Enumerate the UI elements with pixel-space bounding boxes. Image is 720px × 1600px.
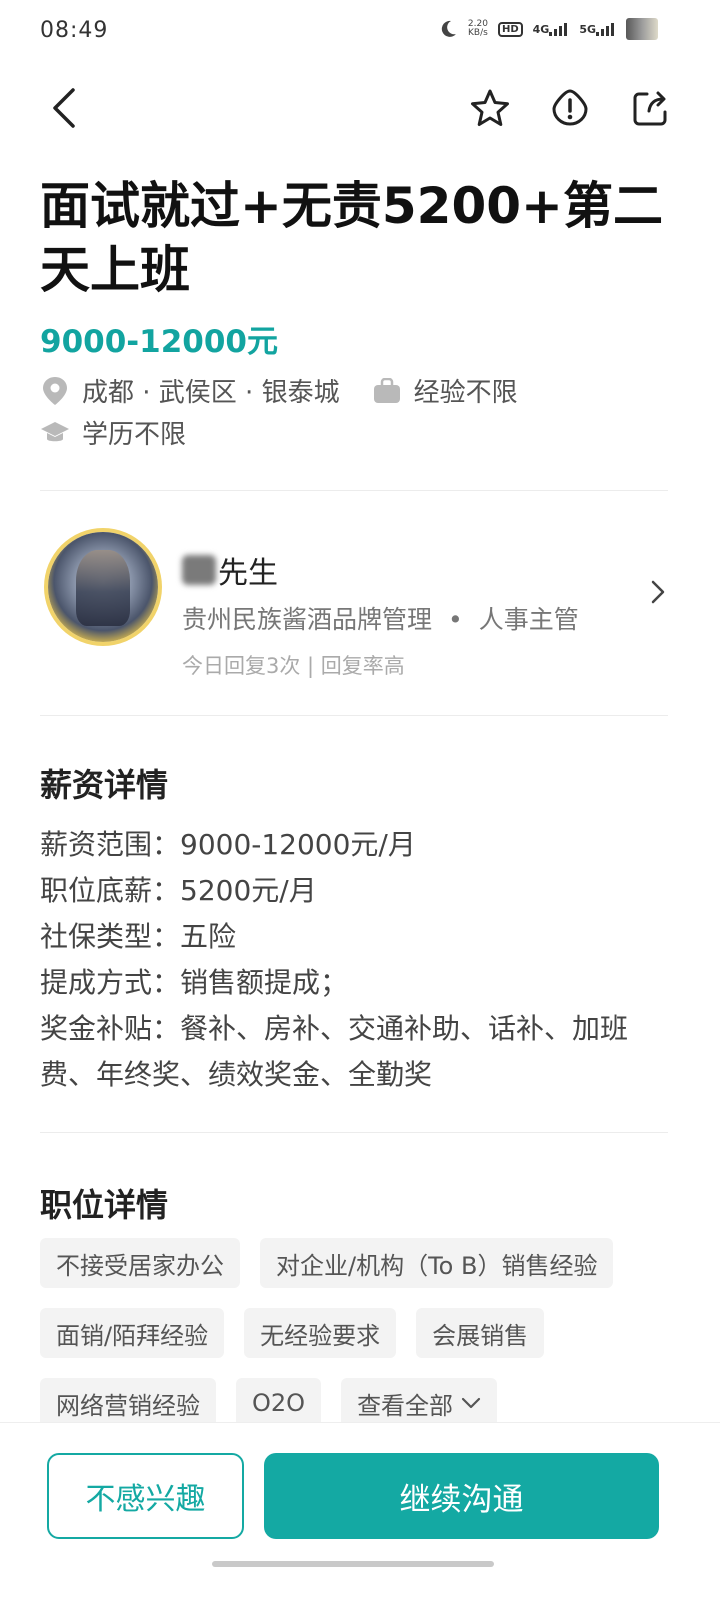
top-nav — [0, 72, 720, 144]
salary-range: 9000-12000元 — [40, 324, 278, 360]
job-tag: O2O — [236, 1378, 322, 1428]
job-location: 成都 · 武侯区 · 银泰城 — [82, 378, 340, 408]
salary-details-list: 薪资范围：9000-12000元/月 职位底薪：5200元/月 社保类型：五险 … — [40, 822, 676, 1098]
job-tags: 不接受居家办公 对企业/机构（To B）销售经验 面销/陌拜经验 无经验要求 会… — [40, 1238, 680, 1448]
job-tag: 不接受居家办公 — [40, 1238, 240, 1288]
job-tag: 网络营销经验 — [40, 1378, 216, 1428]
job-tag: 无经验要求 — [244, 1308, 397, 1358]
continue-chat-button[interactable]: 继续沟通 — [264, 1453, 659, 1539]
job-tag: 对企业/机构（To B）销售经验 — [260, 1238, 614, 1288]
home-indicator[interactable] — [212, 1561, 494, 1567]
job-section-title: 职位详情 — [40, 1186, 169, 1224]
salary-detail-item: 奖金补贴：餐补、房补、交通补助、话补、加班费、年终奖、绩效奖金、全勤奖 — [40, 1012, 629, 1091]
net-speed: 2.20 KB/s — [468, 20, 488, 38]
recruiter-reply-info: 今日回复3次 | 回复率高 — [182, 654, 405, 678]
divider — [40, 1132, 668, 1133]
net-speed-unit: KB/s — [468, 28, 488, 38]
signal-5g-icon: 5G — [579, 22, 616, 36]
recruiter-name-suffix: 先生 — [218, 556, 278, 591]
recruiter-company-line: 贵州民族酱酒品牌管理 • 人事主管 — [182, 600, 579, 636]
share-button[interactable] — [624, 82, 676, 134]
separator-dot: • — [448, 605, 463, 634]
divider — [40, 715, 668, 716]
not-interested-button[interactable]: 不感兴趣 — [47, 1453, 244, 1539]
nav-actions — [464, 82, 676, 134]
status-icons: 2.20 KB/s HD 4G 5G — [438, 18, 658, 40]
job-meta-row: 成都 · 武侯区 · 银泰城 经验不限 — [40, 372, 518, 409]
job-meta-row-education: 学历不限 — [40, 414, 186, 451]
favorite-button[interactable] — [464, 82, 516, 134]
job-title: 面试就过+无责5200+第二天上班 — [40, 177, 663, 299]
share-icon — [633, 91, 667, 126]
chevron-down-icon — [461, 1397, 481, 1409]
recruiter-position: 人事主管 — [478, 605, 579, 634]
location-pin-icon — [40, 376, 70, 406]
recruiter-card[interactable]: 先生 贵州民族酱酒品牌管理 • 人事主管 今日回复3次 | 回复率高 — [0, 508, 720, 688]
moon-icon — [438, 19, 458, 39]
job-tag: 会展销售 — [416, 1308, 545, 1358]
star-icon — [471, 89, 509, 126]
briefcase-icon — [372, 376, 402, 406]
salary-detail-item: 提成方式：销售额提成； — [40, 966, 349, 999]
job-tag: 面销/陌拜经验 — [40, 1308, 225, 1358]
salary-detail-item: 职位底薪：5200元/月 — [40, 874, 317, 907]
signal-4g-icon: 4G — [533, 22, 570, 36]
report-button[interactable] — [544, 82, 596, 134]
recruiter-avatar — [48, 532, 158, 642]
salary-section-title: 薪资详情 — [40, 766, 169, 804]
job-experience: 经验不限 — [413, 378, 518, 408]
view-all-label: 查看全部 — [357, 1391, 454, 1420]
warning-icon — [552, 89, 588, 126]
name-blur — [182, 555, 216, 585]
hd-icon: HD — [497, 21, 523, 37]
status-bar: 08:49 2.20 KB/s HD 4G 5G — [0, 0, 720, 64]
status-time: 08:49 — [40, 18, 109, 43]
salary-detail-item: 薪资范围：9000-12000元/月 — [40, 828, 416, 861]
battery-icon — [626, 18, 658, 40]
view-all-tags-button[interactable]: 查看全部 — [341, 1378, 498, 1428]
recruiter-company: 贵州民族酱酒品牌管理 — [182, 605, 433, 634]
salary-detail-item: 社保类型：五险 — [40, 920, 237, 953]
divider — [40, 490, 668, 491]
job-education: 学历不限 — [82, 420, 187, 450]
chevron-right-icon — [651, 580, 665, 604]
recruiter-name: 先生 — [182, 548, 278, 592]
bottom-action-bar: 不感兴趣 继续沟通 — [0, 1422, 720, 1600]
back-button[interactable] — [38, 82, 90, 134]
graduation-cap-icon — [40, 418, 70, 448]
back-arrow-icon — [53, 88, 75, 128]
